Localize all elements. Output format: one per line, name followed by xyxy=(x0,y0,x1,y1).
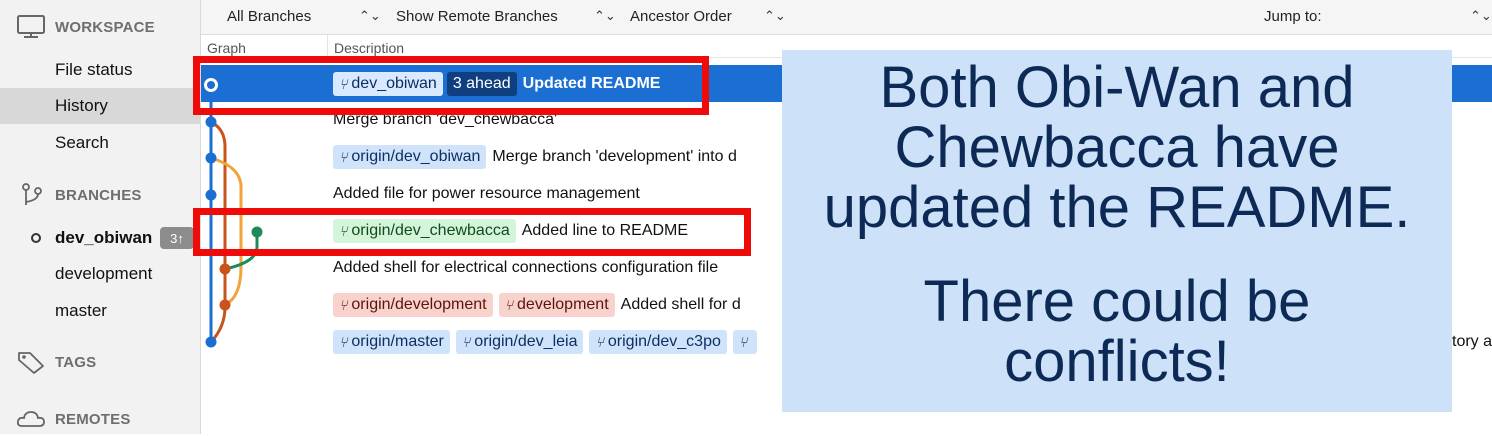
branch-icon: ⑂ xyxy=(504,296,514,313)
tags-section-header[interactable]: TAGS xyxy=(0,350,200,374)
branch-label-text: origin/dev_c3po xyxy=(607,332,721,350)
branch-icon: ⑂ xyxy=(461,333,471,350)
current-branch-indicator xyxy=(31,233,41,243)
workspace-section-header: WORKSPACE xyxy=(0,15,200,39)
branch-label-tag[interactable]: ⑂ origin/dev_c3po xyxy=(589,329,727,354)
history-toolbar: All Branches ⌃⌄ Show Remote Branches ⌃⌄ … xyxy=(201,0,1492,35)
branches-section-header: BRANCHES xyxy=(0,183,200,207)
chevron-updown-icon[interactable]: ⌃⌄ xyxy=(764,8,786,24)
tags-heading: TAGS xyxy=(55,353,97,371)
branch-icon: ⑂ xyxy=(339,333,348,350)
commit-message: Added shell for electrical connections c… xyxy=(333,259,719,276)
graph-column-header[interactable]: Graph xyxy=(207,40,246,56)
sidebar-branch-development[interactable]: development xyxy=(0,256,200,292)
branch-label-tag[interactable]: ⑂ xyxy=(732,329,758,354)
branch-icon xyxy=(16,183,48,207)
branch-label-tag[interactable]: ⑂ origin/dev_obiwan xyxy=(333,145,487,170)
tag-icon xyxy=(16,350,48,374)
branch-label-tag[interactable]: ⑂ origin/master xyxy=(333,329,450,354)
sidebar-item-label: History xyxy=(55,96,108,115)
callout-paragraph-2: There could be conflicts! xyxy=(782,272,1452,392)
branch-label-tag[interactable]: ⑂ origin/dev_leia xyxy=(455,329,584,354)
column-divider[interactable] xyxy=(327,35,328,57)
sidebar-item-label: File status xyxy=(55,60,133,79)
remotes-heading: REMOTES xyxy=(55,410,131,428)
branch-label-tag[interactable]: ⑂ development xyxy=(498,292,615,317)
branch-label-text: origin/dev_obiwan xyxy=(351,148,481,166)
sidebar-item-search[interactable]: Search xyxy=(0,125,200,161)
branch-label: dev_obiwan xyxy=(55,228,153,247)
branch-label-text: development xyxy=(517,295,609,313)
workspace-heading: WORKSPACE xyxy=(55,18,155,36)
jump-to-select[interactable]: Jump to: xyxy=(1264,8,1322,25)
branch-icon: ⑂ xyxy=(339,296,348,313)
callout-line: updated the README. xyxy=(823,175,1411,240)
commit-message: Merge branch 'development' into d xyxy=(492,148,737,166)
commit-message: Added file for power resource management xyxy=(333,185,640,203)
branch-label-text: origin/master xyxy=(351,332,444,350)
chevron-updown-icon[interactable]: ⌃⌄ xyxy=(359,8,381,24)
branch-icon: ⑂ xyxy=(339,149,348,166)
branch-icon: ⑂ xyxy=(738,333,748,350)
truncated-description-text: tory a xyxy=(1452,333,1492,350)
branch-label-text: origin/dev_leia xyxy=(474,332,578,350)
commit-description: ⑂ origin/development ⑂ development Added she… xyxy=(333,286,741,323)
callout-paragraph-1: Both Obi-Wan and Chewbacca have updated … xyxy=(782,58,1452,238)
callout-line: conflicts! xyxy=(1004,329,1230,394)
commit-message: Added shell for d xyxy=(620,295,741,313)
cloud-icon xyxy=(16,407,48,431)
branch-icon: ⑂ xyxy=(595,333,604,350)
highlight-box-obiwan xyxy=(193,56,709,115)
sidebar-branch-master[interactable]: master xyxy=(0,293,200,329)
sidebar-branch-dev-obiwan[interactable]: dev_obiwan 3↑ xyxy=(0,220,200,256)
ahead-count-badge: 3↑ xyxy=(160,227,194,249)
sidebar-item-label: Search xyxy=(55,133,109,152)
sidebar-item-history[interactable]: History xyxy=(0,88,200,124)
branch-label-text: origin/development xyxy=(351,295,487,313)
highlight-box-chewbacca xyxy=(193,208,751,256)
annotation-callout: Both Obi-Wan and Chewbacca have updated … xyxy=(782,50,1452,412)
branch-label-tag[interactable]: ⑂ origin/development xyxy=(333,292,493,317)
callout-line: Chewbacca have xyxy=(894,115,1340,180)
callout-line: There could be xyxy=(923,269,1311,334)
branches-heading: BRANCHES xyxy=(55,186,142,204)
chevron-updown-icon[interactable]: ⌃⌄ xyxy=(1470,8,1492,24)
commit-description: ⑂ origin/master ⑂ origin/dev_leia ⑂ origin/de… xyxy=(333,323,763,360)
sidebar-item-file-status[interactable]: File status xyxy=(0,52,200,88)
branch-label: development xyxy=(55,264,153,283)
order-select[interactable]: Ancestor Order xyxy=(630,8,732,25)
remote-filter-select[interactable]: Show Remote Branches xyxy=(396,8,558,25)
remotes-section-header[interactable]: REMOTES xyxy=(0,407,200,431)
branch-label: master xyxy=(55,301,107,320)
monitor-icon xyxy=(16,15,48,39)
commit-description: ⑂ origin/dev_obiwan Merge branch 'developm… xyxy=(333,139,737,176)
chevron-updown-icon[interactable]: ⌃⌄ xyxy=(594,8,616,24)
description-column-header[interactable]: Description xyxy=(334,40,404,56)
sidebar: WORKSPACE File status History Search BRA… xyxy=(0,0,201,434)
branch-filter-select[interactable]: All Branches xyxy=(227,8,311,25)
callout-line: Both Obi-Wan and xyxy=(879,55,1355,120)
